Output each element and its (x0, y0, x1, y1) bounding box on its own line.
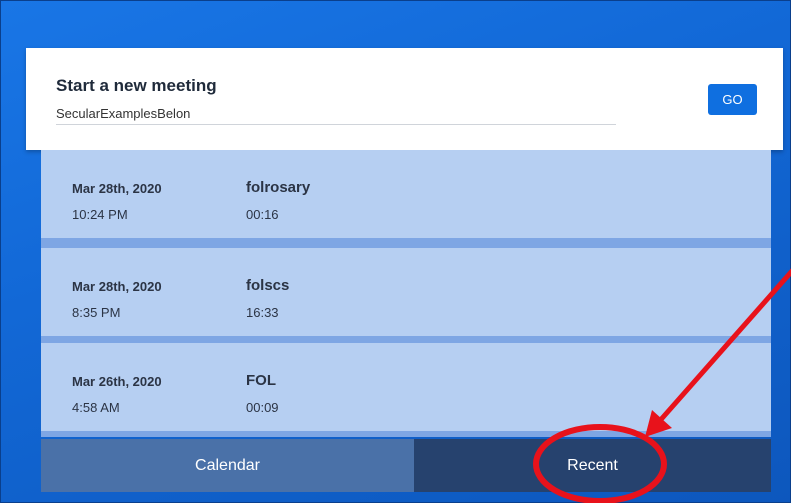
meeting-time: 4:58 AM (72, 400, 120, 415)
start-meeting-title: Start a new meeting (56, 76, 217, 95)
meeting-date: Mar 26th, 2020 (72, 374, 162, 389)
meeting-row[interactable]: Mar 28th, 2020 8:35 PM folscs 16:33 (41, 248, 771, 336)
start-meeting-card: Start a new meeting GO (26, 48, 783, 150)
recent-meetings-list: Mar 28th, 2020 10:24 PM folrosary 00:16 … (41, 150, 771, 437)
tab-recent[interactable]: Recent (414, 439, 771, 492)
meeting-duration: 16:33 (246, 305, 279, 320)
bottom-tab-bar: Calendar Recent (41, 439, 771, 492)
meeting-name: folrosary (246, 179, 311, 196)
meeting-name: FOL (246, 372, 276, 389)
meeting-duration: 00:09 (246, 400, 279, 415)
meeting-row[interactable]: Mar 28th, 2020 10:24 PM folrosary 00:16 (41, 150, 771, 238)
meeting-date: Mar 28th, 2020 (72, 181, 162, 196)
meeting-time: 10:24 PM (72, 207, 128, 222)
meeting-duration: 00:16 (246, 207, 279, 222)
meeting-row[interactable]: Mar 26th, 2020 4:58 AM FOL 00:09 (41, 343, 771, 431)
meeting-name-input[interactable] (56, 102, 616, 125)
tab-calendar[interactable]: Calendar (41, 439, 414, 492)
meeting-time: 8:35 PM (72, 305, 121, 320)
meeting-name: folscs (246, 277, 290, 294)
meeting-date: Mar 28th, 2020 (72, 279, 162, 294)
go-button[interactable]: GO (708, 84, 757, 115)
